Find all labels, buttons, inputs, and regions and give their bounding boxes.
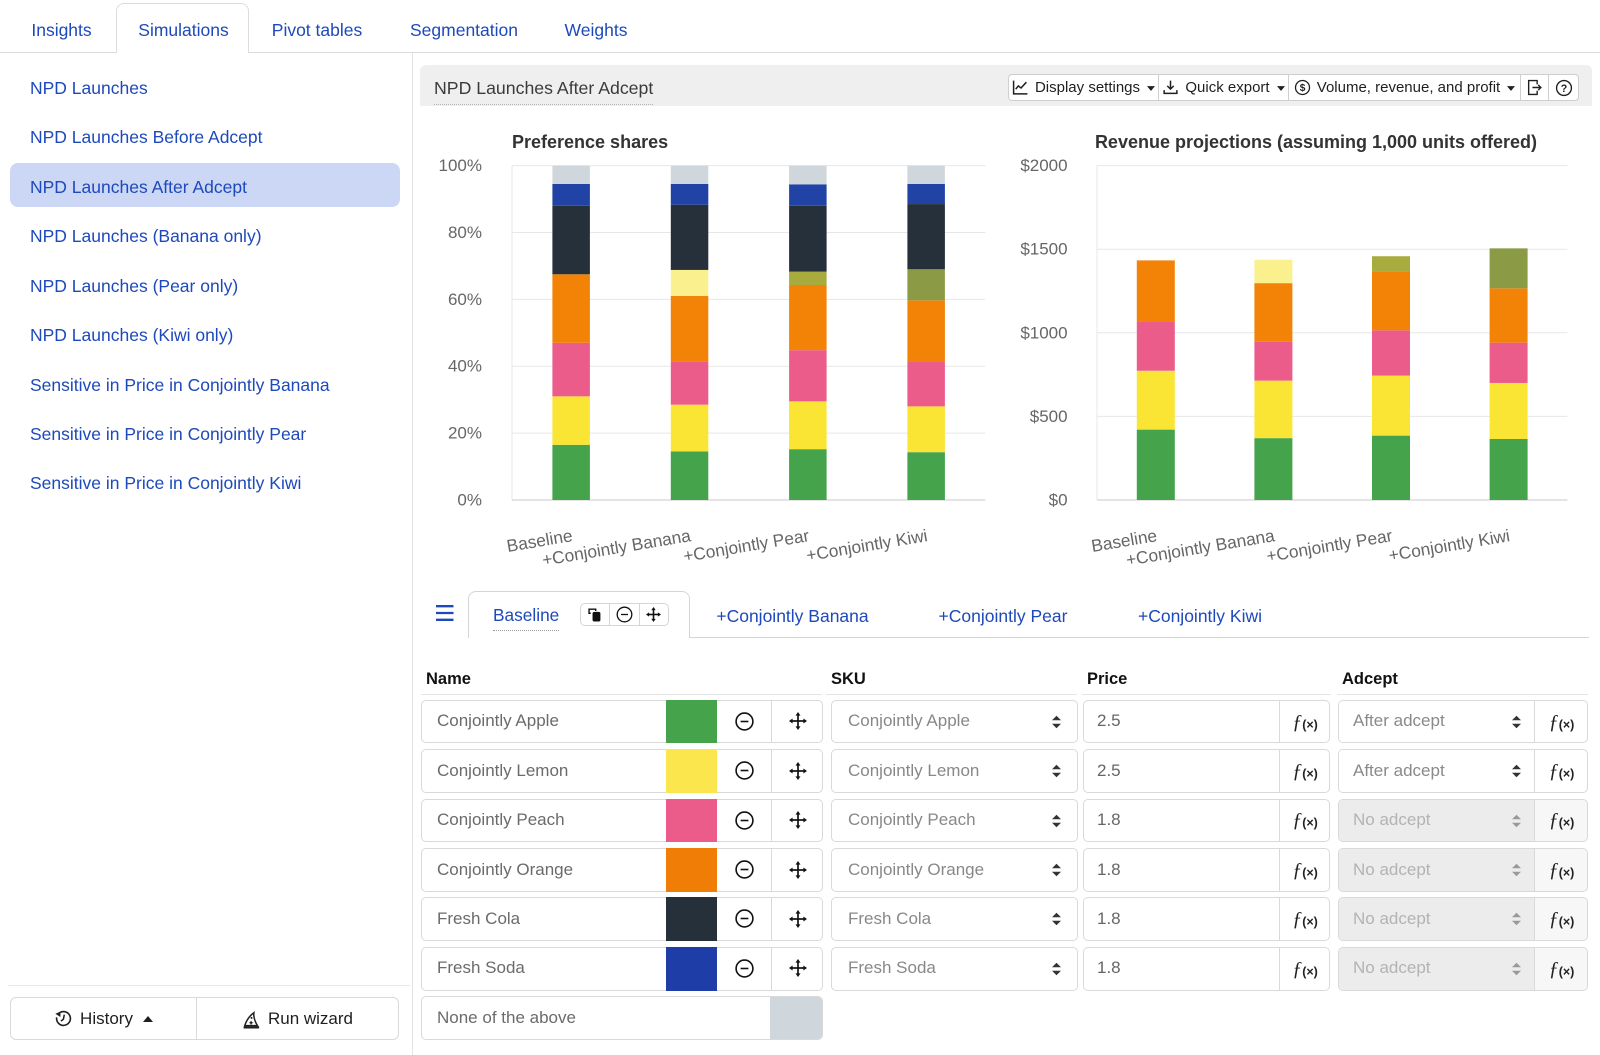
svg-text:100%: 100% [439, 156, 482, 175]
svg-text:+Conjointly Pear: +Conjointly Pear [682, 525, 811, 566]
svg-text:$1500: $1500 [1020, 240, 1067, 259]
svg-text:0%: 0% [457, 491, 482, 510]
svg-text:60%: 60% [448, 290, 482, 309]
svg-text:$500: $500 [1030, 407, 1068, 426]
svg-text:$0: $0 [1049, 491, 1068, 510]
svg-text:20%: 20% [448, 424, 482, 443]
svg-text:+Conjointly Pear: +Conjointly Pear [1265, 525, 1394, 566]
svg-text:?: ? [1560, 82, 1567, 94]
svg-text:80%: 80% [448, 223, 482, 242]
svg-text:40%: 40% [448, 357, 482, 376]
svg-text:Revenue projections (assuming: Revenue projections (assuming 1,000 unit… [1095, 132, 1537, 152]
svg-text:Preference shares: Preference shares [512, 132, 668, 152]
svg-text:+Conjointly Kiwi: +Conjointly Kiwi [805, 525, 929, 565]
svg-text:$1000: $1000 [1020, 323, 1067, 342]
svg-text:$2000: $2000 [1020, 156, 1067, 175]
svg-text:+Conjointly Kiwi: +Conjointly Kiwi [1387, 525, 1511, 565]
svg-text:$: $ [1299, 83, 1305, 94]
